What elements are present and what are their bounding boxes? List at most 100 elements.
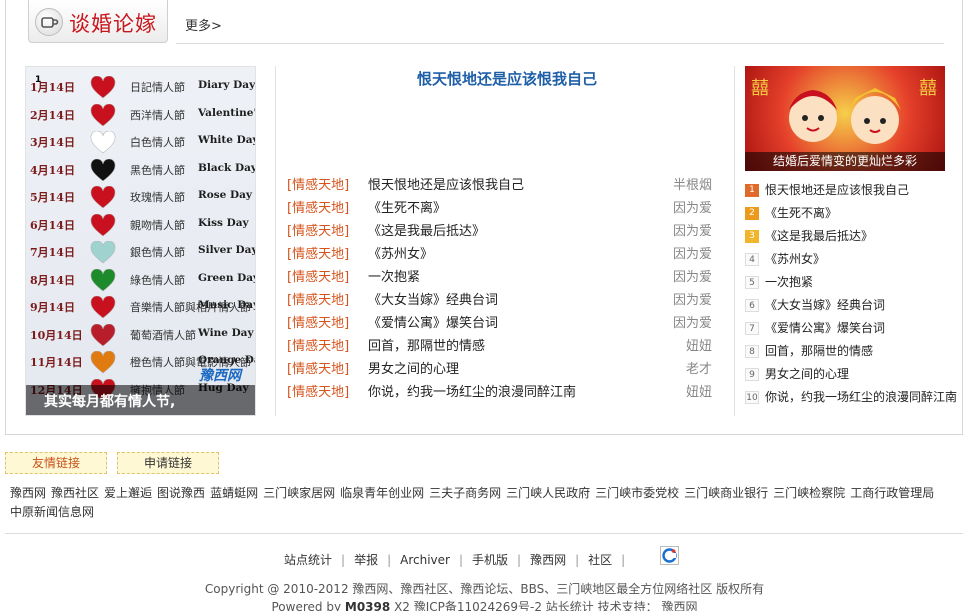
footer-nav-link[interactable]: 手机版 (472, 553, 508, 567)
rank-title-link[interactable]: 回首，那隔世的情感 (765, 344, 873, 358)
marriage-section-panel: 谈婚论嫁 更多> 1月14日 日記情人節 Diary Day 2月14日 西洋情人節 Va… (5, 0, 963, 435)
article-title-link[interactable]: 恨天恨地还是应该恨我自己 (368, 176, 524, 196)
friend-link[interactable]: 蓝蜻蜓网 (210, 486, 258, 500)
article-title-link[interactable]: 《生死不离》 (368, 199, 446, 219)
author-link[interactable]: 因为爱 (673, 222, 712, 242)
calendar-row: 7月14日 銀色情人節 Silver Day (26, 240, 255, 267)
author-link[interactable]: 因为爱 (673, 314, 712, 334)
rank-item[interactable]: 8 回首，那隔世的情感 (745, 341, 950, 364)
rank-item[interactable]: 2 《生死不离》 (745, 203, 950, 226)
calendar-name-zh: 黑色情人節 (130, 163, 185, 177)
friend-link[interactable]: 三夫子商务网 (429, 486, 501, 500)
heart-icon (90, 158, 116, 183)
category-link[interactable]: [情感天地] (287, 291, 349, 311)
support-link[interactable]: 豫西网 (661, 600, 697, 611)
author-link[interactable]: 因为爱 (673, 245, 712, 265)
rank-item[interactable]: 5 一次抱紧 (745, 272, 950, 295)
rank-title-link[interactable]: 《苏州女》 (765, 252, 825, 266)
rank-item[interactable]: 10 你说，约我一场红尘的浪漫同醉江南 (745, 387, 957, 410)
icp-link[interactable]: 豫ICP备11024269号-2 (414, 600, 542, 611)
apply-link-tab[interactable]: 申请链接 (117, 452, 219, 474)
category-link[interactable]: [情感天地] (287, 268, 349, 288)
rank-item[interactable]: 9 男女之间的心理 (745, 364, 950, 387)
rank-number-badge: 3 (745, 230, 759, 243)
article-title-link[interactable]: 一次抱紧 (368, 268, 420, 288)
article-title-link[interactable]: 《大女当嫁》经典台词 (368, 291, 498, 311)
friend-link[interactable]: 中原新闻信息网 (10, 505, 94, 519)
rank-number-badge: 4 (745, 253, 759, 266)
footer-nav-link[interactable]: 站点统计 (284, 553, 332, 567)
author-link[interactable]: 半根烟 (673, 176, 712, 196)
rank-item[interactable]: 1 恨天恨地还是应该恨我自己 (745, 180, 950, 203)
calendar-row: 5月14日 玫瑰情人節 Rose Day (26, 185, 255, 212)
article-title-link[interactable]: 你说，约我一场红尘的浪漫同醉江南 (368, 383, 576, 403)
stats-link[interactable]: 站长统计 (546, 600, 594, 611)
image-caption[interactable]: 其实每月都有情人节, (26, 385, 255, 415)
friend-link[interactable]: 图说豫西 (157, 486, 205, 500)
calendar-month: 3月14日 (30, 136, 75, 149)
friend-link[interactable]: 三门峡市委党校 (595, 486, 679, 500)
valentine-calendar-image[interactable]: 1月14日日記情人節Diary Day2月14日西洋情人節Valentine's… (25, 66, 256, 416)
article-title-link[interactable]: 《苏州女》 (368, 245, 433, 265)
footer-nav-link[interactable]: Archiver (400, 553, 450, 567)
calendar-name-zh: 銀色情人節 (130, 246, 185, 259)
headline-title[interactable]: 恨天恨地还是应该恨我自己 (282, 68, 732, 89)
friend-link[interactable]: 三门峡人民政府 (506, 486, 590, 500)
author-link[interactable]: 因为爱 (673, 199, 712, 219)
article-title-link[interactable]: 男女之间的心理 (368, 360, 459, 380)
calendar-row: 3月14日 白色情人節 White Day (26, 130, 255, 157)
friend-link[interactable]: 豫西社区 (51, 486, 99, 500)
rank-item[interactable]: 7 《爱情公寓》爆笑台词 (745, 318, 950, 341)
brand-link[interactable]: M0398 (345, 600, 390, 611)
rank-title-link[interactable]: 《生死不离》 (765, 206, 837, 220)
category-link[interactable]: [情感天地] (287, 199, 349, 219)
rank-item[interactable]: 4 《苏州女》 (745, 249, 950, 272)
rank-title-link[interactable]: 男女之间的心理 (765, 367, 849, 381)
cnzz-stats-icon[interactable] (660, 546, 679, 565)
friend-link[interactable]: 临泉青年创业网 (340, 486, 424, 500)
more-link[interactable]: 更多> (185, 15, 222, 34)
author-link[interactable]: 因为爱 (673, 268, 712, 288)
author-link[interactable]: 因为爱 (673, 291, 712, 311)
footer-nav-link[interactable]: 社区 (588, 553, 612, 567)
footer-nav-link[interactable]: 举报 (354, 553, 378, 567)
rank-title-link[interactable]: 《爱情公寓》爆笑台词 (765, 321, 885, 335)
rank-title-link[interactable]: 《这是我最后抵达》 (765, 229, 873, 243)
rank-title-link[interactable]: 恨天恨地还是应该恨我自己 (765, 183, 909, 197)
friend-link[interactable]: 三门峡检察院 (773, 486, 845, 500)
image-caption[interactable]: 结婚后爱情变的更灿烂多彩 (745, 152, 945, 171)
category-link[interactable]: [情感天地] (287, 176, 349, 196)
friend-link[interactable]: 三门峡商业银行 (684, 486, 768, 500)
category-link[interactable]: [情感天地] (287, 337, 349, 357)
rank-number-badge: 2 (745, 207, 759, 220)
wedding-image[interactable]: 囍 囍 结婚后爱情变的更灿烂多彩 (745, 66, 945, 171)
author-link[interactable]: 老才 (686, 360, 712, 380)
footer-nav-link[interactable]: 豫西网 (530, 553, 566, 567)
friend-link[interactable]: 三门峡家居网 (263, 486, 335, 500)
category-link[interactable]: [情感天地] (287, 383, 349, 403)
calendar-row: 8月14日 綠色情人節 Green Day (26, 268, 255, 295)
rank-title-link[interactable]: 《大女当嫁》经典台词 (765, 298, 885, 312)
rank-item[interactable]: 3 《这是我最后抵达》 (745, 226, 950, 249)
category-link[interactable]: [情感天地] (287, 245, 349, 265)
calendar-name-zh: 日記情人節 (130, 81, 185, 94)
friend-links-tab[interactable]: 友情链接 (5, 452, 107, 474)
category-link[interactable]: [情感天地] (287, 222, 349, 242)
author-link[interactable]: 妞妞 (686, 383, 712, 403)
article-title-link[interactable]: 《爱情公寓》爆笑台词 (368, 314, 498, 334)
calendar-name-en: Kiss Day (198, 216, 249, 229)
category-link[interactable]: [情感天地] (287, 314, 349, 334)
article-title-link[interactable]: 回首，那隔世的情感 (368, 337, 485, 357)
heart-icon (90, 240, 116, 265)
rank-title-link[interactable]: 一次抱紧 (765, 275, 813, 289)
friend-link[interactable]: 豫西网 (10, 486, 46, 500)
author-link[interactable]: 妞妞 (686, 337, 712, 357)
friend-link[interactable]: 爱上邂逅 (104, 486, 152, 500)
category-link[interactable]: [情感天地] (287, 360, 349, 380)
article-title-link[interactable]: 《这是我最后抵达》 (368, 222, 485, 242)
rank-item[interactable]: 6 《大女当嫁》经典台词 (745, 295, 950, 318)
friend-link[interactable]: 工商行政管理局 (850, 486, 934, 500)
rank-title-link[interactable]: 你说，约我一场红尘的浪漫同醉江南 (765, 390, 957, 404)
calendar-row: 6月14日 親吻情人節 Kiss Day (26, 213, 255, 240)
article-list: [情感天地] 恨天恨地还是应该恨我自己 半根烟 [情感天地] 《生死不离》 因为爱 [情感天… (287, 176, 712, 406)
